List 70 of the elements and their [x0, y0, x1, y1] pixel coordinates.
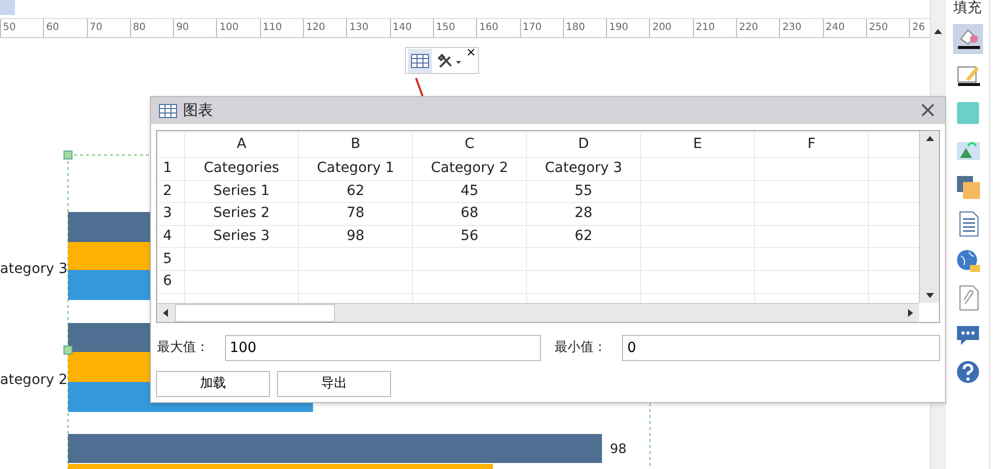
ruler-number: 170 [520, 19, 563, 37]
column-header[interactable]: F [754, 132, 868, 158]
load-button[interactable]: 加载 [156, 371, 270, 397]
column-header[interactable]: C [412, 132, 526, 158]
ruler-number: 100 [216, 19, 260, 37]
ruler-number: 90 [173, 19, 216, 37]
category-label: ategory 2 [0, 371, 68, 390]
table-cell: 78 [298, 202, 412, 226]
vertical-scrollbar[interactable] [919, 131, 939, 303]
value-label: 98 [610, 441, 627, 459]
ruler-number: 60 [43, 19, 87, 37]
export-button[interactable]: 导出 [277, 371, 391, 397]
ruler-number: 120 [303, 19, 346, 37]
row-number: 1 [158, 158, 184, 180]
table-cell: 68 [412, 202, 526, 226]
ruler-number: 110 [260, 19, 304, 37]
tab-marker [0, 0, 15, 15]
close-button[interactable]: × [918, 100, 937, 120]
column-header[interactable]: B [298, 132, 412, 158]
table-cell: Series 1 [184, 180, 298, 203]
ruler-number: 180 [562, 19, 606, 37]
row-number: 3 [158, 202, 184, 226]
category-label: ategory 3 [0, 260, 68, 279]
table-cell: Category 1 [298, 158, 412, 180]
row-number: 4 [158, 225, 184, 248]
ruler-number: 80 [130, 19, 174, 37]
ruler-number: 150 [432, 19, 476, 37]
table-cell: 62 [526, 225, 640, 248]
table-cell: Series 2 [184, 202, 298, 226]
paint-bucket-icon[interactable] [952, 24, 982, 54]
ruler-number: 200 [649, 19, 693, 37]
dialog-title: 图表 [183, 100, 213, 122]
table-cell: 98 [298, 225, 412, 248]
ruler-number: 250 [866, 19, 910, 37]
min-value-field[interactable]: 0 [622, 334, 940, 360]
ruler-number: 210 [692, 19, 736, 37]
column-header[interactable]: E [640, 132, 754, 158]
close-button[interactable]: × [466, 45, 476, 59]
resize-handle[interactable] [64, 346, 72, 354]
ruler-number: 190 [606, 19, 650, 37]
ruler-number: 160 [476, 19, 520, 37]
table-cell: 28 [526, 202, 640, 226]
ruler-number: 130 [346, 19, 390, 37]
ruler-number: 50 [0, 19, 44, 37]
table-cell: Category 2 [412, 158, 526, 180]
panel-title: 填充 [954, 0, 982, 18]
table-cell: Category 3 [526, 158, 640, 180]
table-cell: 45 [412, 180, 526, 203]
ruler-number: 220 [736, 19, 780, 37]
table-cell: 55 [526, 180, 640, 203]
row-number: 2 [158, 180, 184, 203]
field-label: 最小值： [554, 338, 608, 357]
field-label: 最大值： [156, 338, 210, 357]
table-cell: Categories [184, 158, 298, 180]
table-cell: Series 3 [184, 225, 298, 248]
ruler-number: 240 [822, 19, 866, 37]
column-header[interactable]: D [526, 132, 640, 158]
table-icon [159, 104, 177, 118]
ruler-number: 140 [390, 19, 433, 37]
max-value-field[interactable]: 100 [224, 334, 541, 360]
ruler-number: 70 [86, 19, 130, 37]
row-number: 6 [158, 270, 184, 294]
ruler-number: 230 [779, 19, 823, 37]
resize-handle[interactable] [64, 150, 72, 160]
table-cell: 56 [412, 225, 526, 248]
column-header[interactable]: A [184, 132, 298, 158]
row-number: 5 [158, 248, 184, 270]
table-cell: 62 [298, 180, 412, 203]
horizontal-scrollbar[interactable] [157, 303, 919, 322]
table-button[interactable] [408, 48, 432, 72]
